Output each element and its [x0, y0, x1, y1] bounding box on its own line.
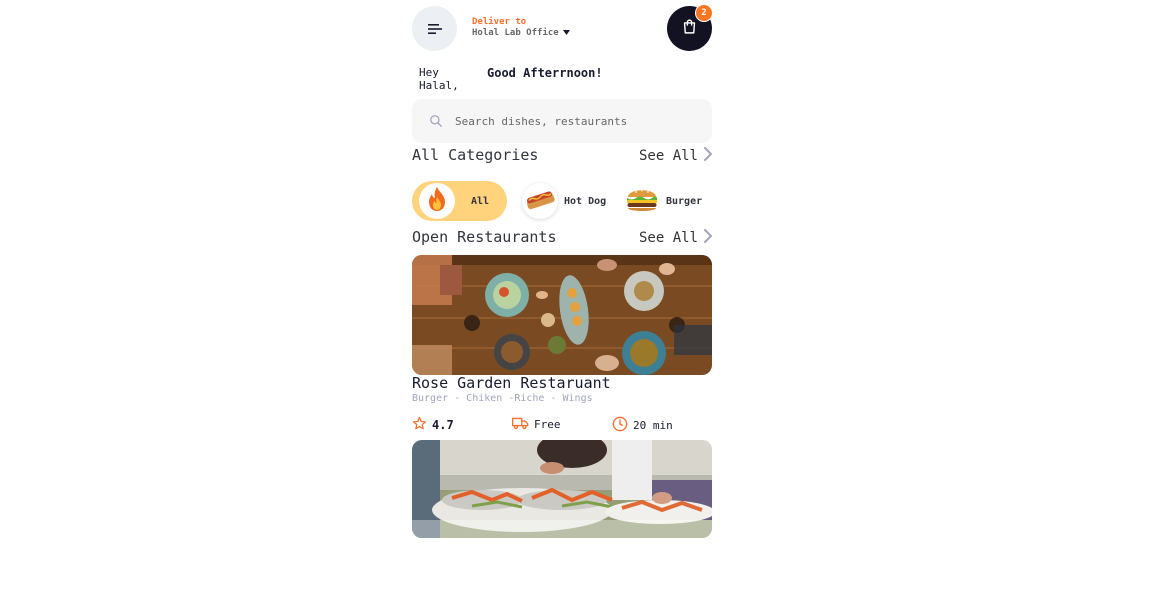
- search-bar[interactable]: [412, 99, 712, 143]
- search-input[interactable]: [453, 113, 697, 129]
- search-icon: [429, 114, 443, 128]
- home-screen: Deliver to Holal Lab Office 2 Hey Halal,…: [412, 0, 713, 599]
- menu-icon: [427, 19, 442, 38]
- category-label: All: [471, 195, 490, 207]
- category-label: Hot Dog: [564, 195, 607, 207]
- chevron-right-icon: [704, 229, 712, 247]
- menu-button[interactable]: [412, 6, 457, 51]
- clock-icon: [612, 416, 628, 435]
- category-chip-all[interactable]: All: [412, 181, 507, 221]
- chevron-right-icon: [704, 147, 712, 165]
- restaurant-delivery: Free: [512, 416, 561, 433]
- greeting-name: Hey Halal,: [419, 66, 459, 92]
- restaurant-time: 20 min: [612, 416, 673, 435]
- caret-down-icon: [562, 28, 570, 39]
- restaurants-title: Open Restaurants: [412, 228, 557, 246]
- deliver-label: Deliver to: [472, 17, 527, 27]
- rating-value: 4.7: [432, 418, 454, 432]
- restaurants-see-all[interactable]: See All: [639, 229, 712, 247]
- restaurant-name[interactable]: Rose Garden Restaruant: [412, 374, 611, 392]
- shopping-bag-icon: [681, 18, 698, 39]
- category-chip-burger[interactable]: Burger: [624, 181, 702, 221]
- cart-count-badge: 2: [695, 4, 713, 22]
- see-all-label: See All: [638, 148, 698, 164]
- restaurant-rating: 4.7: [412, 416, 454, 434]
- greeting-message: Good Afterrnoon!: [487, 66, 603, 80]
- restaurant-image[interactable]: [412, 440, 712, 538]
- truck-icon: [512, 416, 529, 433]
- delivery-location[interactable]: Deliver to Holal Lab Office: [472, 17, 570, 39]
- see-all-label: See All: [638, 230, 698, 246]
- restaurant-tags: Burger - Chiken -Riche - Wings: [412, 393, 593, 404]
- fire-icon: [426, 186, 448, 216]
- category-label: Burger: [666, 195, 703, 207]
- delivery-value: Free: [534, 418, 561, 431]
- star-icon: [412, 416, 427, 434]
- burger-icon: [624, 181, 660, 221]
- hot-dog-icon: [524, 188, 556, 214]
- restaurant-image[interactable]: [412, 255, 712, 375]
- location-text: Holal Lab Office: [472, 28, 559, 38]
- categories-title: All Categories: [412, 146, 539, 164]
- categories-see-all[interactable]: See All: [639, 147, 712, 165]
- time-value: 20 min: [633, 419, 673, 432]
- category-chip-hot-dog[interactable]: Hot Dog: [522, 181, 606, 221]
